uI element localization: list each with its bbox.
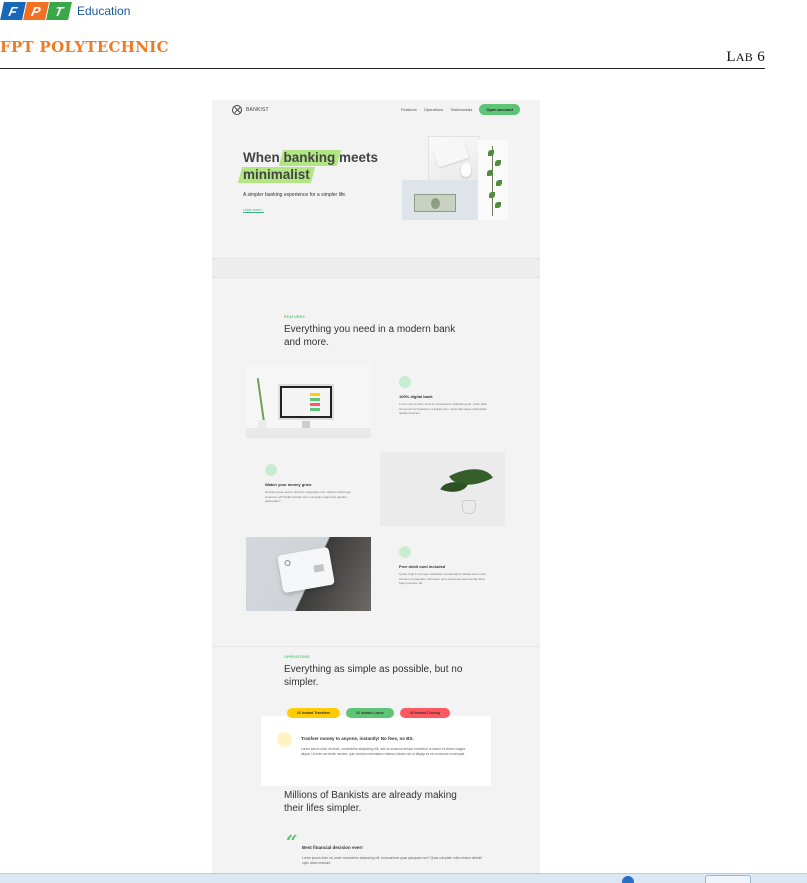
screen-bar — [310, 408, 320, 411]
feature-icon — [399, 546, 411, 558]
nav-link-features[interactable]: Features — [401, 107, 417, 112]
monitor-stand — [302, 421, 310, 428]
bankist-page-screenshot: BANKIST Features Operations Testimonials… — [212, 100, 540, 875]
logo-letter-p: P — [23, 2, 49, 20]
brand-name: BANKIST — [246, 107, 269, 113]
operation-title: Tranfser money to anyone, instantly! No … — [301, 736, 414, 741]
feature-digital-bank: 100% digital bank Lorem ipsum dolor sit … — [399, 376, 491, 416]
operation-text: Lorem ipsum dolor sit amet, consectetur … — [301, 747, 466, 756]
hero-title-part2: meets — [335, 150, 379, 165]
tab-instant-loans[interactable]: 02 Instant Loans — [346, 708, 394, 718]
feature-icon — [265, 464, 277, 476]
feature-money-grow: Watch your money grow Nesciunt quos aute… — [265, 464, 357, 504]
hero-subtitle: A simpler banking experience for a simpl… — [243, 192, 347, 198]
desk-screen — [282, 388, 330, 416]
features-tag: FEATURES — [284, 315, 306, 319]
desk-plant — [256, 378, 266, 424]
hero-title: When banking meets minimalist — [243, 149, 378, 183]
glass-shape — [462, 500, 476, 514]
hero-title-part1: When — [243, 150, 284, 165]
feature-text: Nesciunt quos autem dolorum voluptates c… — [265, 490, 351, 504]
hero-image — [402, 136, 508, 220]
screen-bar — [310, 403, 320, 406]
screen-bar — [310, 398, 320, 401]
nav-link-testimonials[interactable]: Testimonials — [450, 107, 472, 112]
plant-stem — [492, 146, 493, 216]
operations-tag: OPERATIONS — [284, 655, 310, 659]
bankist-logo-icon — [232, 105, 242, 115]
debit-card-shape — [277, 546, 335, 594]
feature-title: Free debit card included — [399, 564, 446, 569]
feature-text: Quasi, fugit in cumque cupiditate repreh… — [399, 572, 487, 586]
digital-bank-image — [246, 364, 371, 438]
logo-letter-f: F — [0, 2, 26, 20]
testimonials-title: Millions of Bankists are already making … — [284, 790, 457, 814]
feature-text: Lorem ipsum dolor sit amet consectetur a… — [399, 402, 488, 416]
operations-title: Everything as simple as possible, but no… — [284, 664, 463, 688]
features-title: Everything you need in a modern bank and… — [284, 324, 456, 348]
plant-leaf — [496, 180, 502, 186]
operation-icon — [277, 732, 292, 747]
learn-more-link[interactable]: Learn more ↓ — [243, 208, 264, 213]
lab-prefix-big: L — [726, 49, 736, 65]
fpt-education-logo: F P T Education — [0, 2, 131, 20]
debit-card-image — [246, 537, 371, 611]
document-header: F P T Education FPT POLYTECHNIC LAB 6 — [0, 0, 807, 70]
money-grow-image — [380, 452, 505, 526]
bill-portrait — [431, 198, 440, 209]
section-divider-band — [212, 258, 540, 278]
screen-bar — [310, 393, 320, 396]
plant-leaf — [488, 150, 494, 156]
plant-leaf — [487, 170, 493, 176]
keyboard-mouse-image — [428, 136, 480, 184]
feature-title: Watch your money grow — [265, 482, 312, 487]
taskbar-button[interactable] — [705, 875, 751, 883]
feature-title: 100% digital bank — [399, 394, 433, 399]
brand[interactable]: BANKIST — [232, 105, 269, 115]
plant-leaf — [489, 192, 495, 198]
quote-icon: “ — [286, 830, 298, 854]
school-name: FPT POLYTECHNIC — [0, 38, 169, 56]
dollar-bill — [414, 194, 456, 212]
desk-table — [246, 428, 371, 438]
operations-tabs: 01 Instant Transfers 02 Instant Loans 03… — [287, 708, 456, 718]
plant-image — [478, 140, 508, 220]
operations-divider — [212, 646, 540, 647]
nav-links: Features Operations Testimonials Open ac… — [401, 104, 520, 115]
taskbar — [0, 873, 807, 883]
testimonial-text: Lorem ipsum dolor sit, amet consectetur … — [302, 856, 482, 865]
feature-debit-card: Free debit card included Quasi, fugit in… — [399, 546, 491, 586]
logo-letter-t: T — [46, 2, 72, 20]
card-logo-icon — [284, 559, 291, 567]
hero-highlight-minimalist: minimalist — [243, 167, 310, 182]
plant-leaf — [495, 202, 501, 208]
tab-instant-transfers[interactable]: 01 Instant Transfers — [287, 708, 341, 718]
site-nav: BANKIST Features Operations Testimonials… — [212, 100, 540, 122]
lab-number: 6 — [757, 49, 765, 65]
testimonial-title: Best financial decision ever! — [302, 845, 363, 850]
lab-label: LAB 6 — [726, 49, 765, 66]
plant-leaf — [495, 160, 501, 166]
open-account-button[interactable]: Open account — [479, 104, 520, 115]
feature-icon — [399, 376, 411, 388]
card-chip — [313, 563, 325, 573]
logo-suffix: Education — [77, 4, 131, 18]
header-rule — [0, 68, 765, 69]
lab-prefix-small: AB — [735, 50, 754, 64]
operations-content: Tranfser money to anyone, instantly! No … — [261, 716, 491, 786]
desk-monitor — [278, 384, 334, 420]
mouse-shape — [461, 163, 471, 177]
nav-link-operations[interactable]: Operations — [424, 107, 444, 112]
taskbar-app-icon[interactable] — [622, 876, 634, 883]
cash-image — [402, 180, 482, 220]
hero-highlight-banking: banking — [283, 150, 336, 165]
tab-instant-closing[interactable]: 03 Instant Closing — [399, 708, 450, 718]
